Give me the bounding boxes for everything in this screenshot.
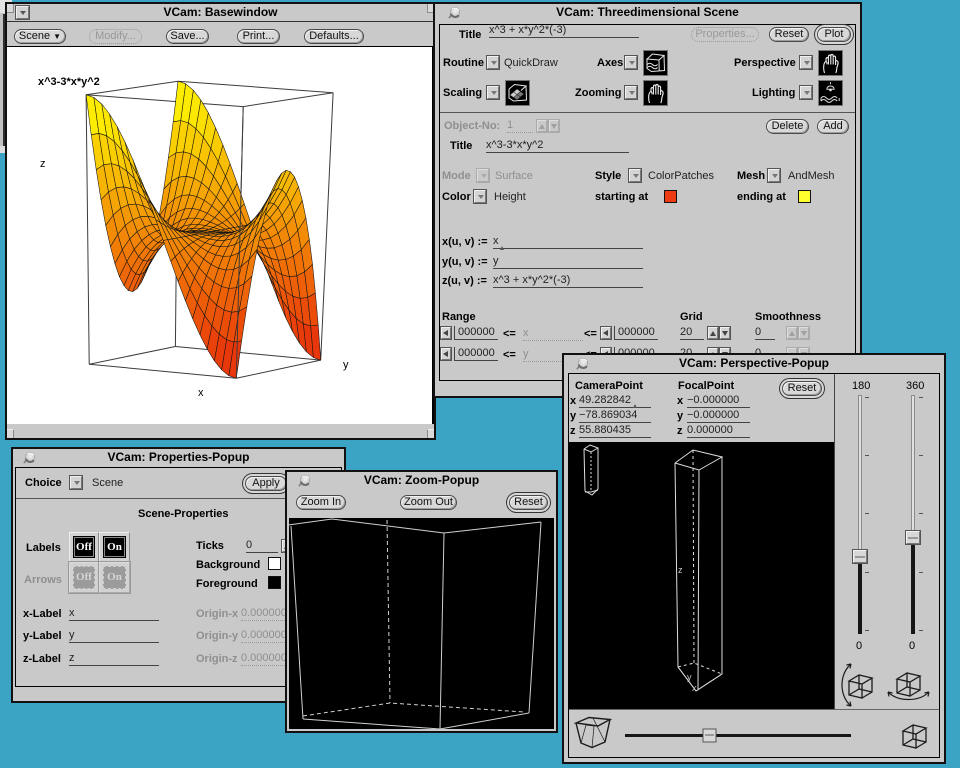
svg-text:z: z (678, 565, 683, 575)
svg-text:x: x (692, 683, 697, 693)
svg-text:y: y (687, 672, 692, 682)
